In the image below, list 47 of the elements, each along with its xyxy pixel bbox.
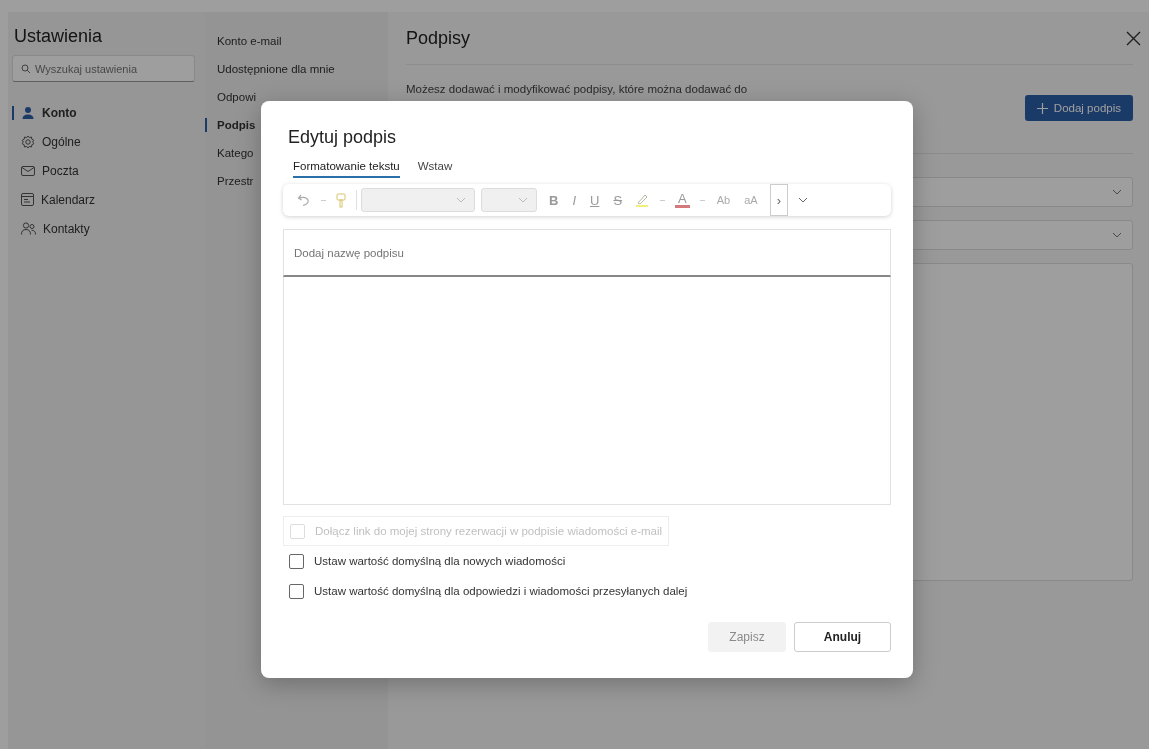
format-button[interactable]: U — [588, 192, 602, 208]
format-button[interactable]: S — [611, 192, 625, 208]
calendar-icon — [21, 193, 34, 206]
pane-title: Podpisy — [406, 27, 471, 49]
chevron-icon — [1112, 189, 1122, 195]
gear-icon — [21, 134, 35, 149]
subnav-item[interactable]: Konto e-mail — [205, 34, 388, 62]
paintbrush-icon[interactable] — [336, 192, 346, 208]
nav-item[interactable]: Kontakty — [12, 214, 195, 243]
signature-name-field[interactable]: Dodaj nazwę podpisu — [283, 229, 891, 277]
checkbox-label: Ustaw wartość domyślną dla odpowiedzi i wiadomości przesyłanych dalej — [314, 585, 688, 597]
format-button[interactable]: B — [547, 192, 561, 208]
envelope-icon — [21, 164, 35, 177]
chevron-icon — [456, 197, 466, 203]
plus-icon — [1036, 102, 1048, 114]
highlighter-icon[interactable] — [634, 192, 651, 208]
chevron-icon — [518, 197, 528, 203]
nav-item[interactable]: Ogólne — [12, 127, 195, 156]
checkbox[interactable] — [289, 583, 304, 599]
font-dropdown[interactable] — [361, 188, 475, 212]
search-field[interactable]: Wyszukaj ustawienia — [12, 55, 195, 82]
dialog-title: Edytuj podpis — [287, 127, 398, 148]
chevron-icon[interactable] — [798, 197, 809, 203]
tab[interactable]: Wstaw — [417, 160, 453, 178]
close-icon[interactable] — [1126, 30, 1141, 46]
nav-item[interactable]: Poczta — [12, 156, 195, 185]
chevron-icon — [1112, 232, 1122, 238]
people-icon — [21, 222, 36, 235]
settings-title: Ustawienia — [13, 26, 104, 47]
undo-icon[interactable] — [297, 193, 311, 207]
font-color-button[interactable]: A — [675, 192, 690, 208]
format-button[interactable]: I — [570, 192, 578, 208]
checkbox[interactable] — [289, 553, 304, 569]
subnav-item[interactable]: Udostępnione dla mnie — [205, 62, 388, 90]
person-icon — [21, 105, 35, 120]
checkbox-label: Dołącz link do mojej strony rezerwacji w podpisie wiadomości e-mail — [315, 525, 663, 537]
add-signature-button[interactable]: Dodaj podpis — [1024, 95, 1133, 121]
signature-editor[interactable] — [283, 277, 891, 505]
search-icon — [21, 64, 31, 74]
size-dropdown[interactable] — [481, 188, 537, 212]
pane-description: Możesz dodawać i modyfikować podpisy, które można dodawać do — [406, 83, 748, 95]
dialog-button[interactable]: Anuluj — [794, 622, 891, 652]
checkbox-label: Ustaw wartość domyślną dla nowych wiadomości — [314, 555, 566, 567]
nav-item[interactable]: Kalendarz — [12, 185, 195, 214]
nav-item[interactable]: Konto — [12, 98, 195, 127]
more-button[interactable]: › — [769, 184, 789, 216]
tab[interactable]: Formatowanie tekstu — [293, 160, 400, 178]
